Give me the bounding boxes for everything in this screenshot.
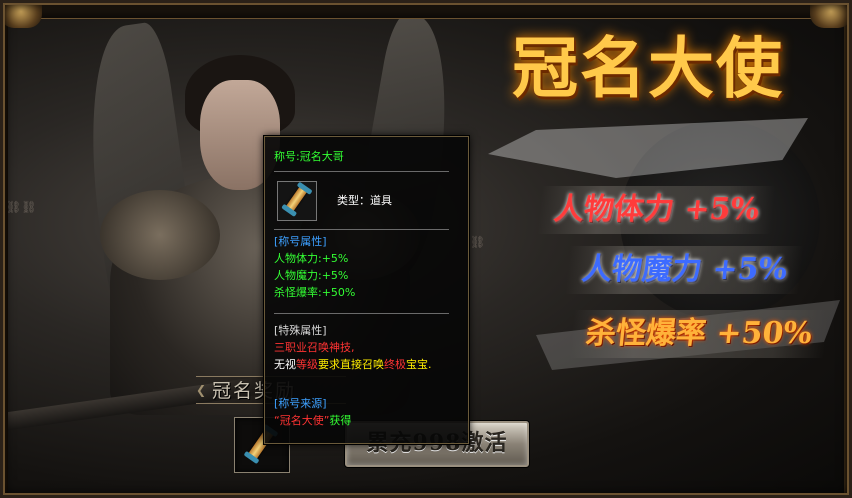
banner-left-ornament-icon: ❮ [196, 383, 207, 397]
game-panel: ⛓⛓ ⛓ 冠名大使 人物体力 +5% 人物魔力 +5% 杀怪爆率 +50% ❮ … [0, 0, 852, 498]
tooltip-item-type: 类型：道具 [337, 194, 392, 207]
tooltip-source-line: “冠名大使”获得 [274, 413, 351, 428]
corner-ornament [810, 0, 852, 28]
top-bar [0, 0, 852, 19]
text-segment: 等级 [296, 358, 318, 371]
text-segment: 获得 [329, 414, 352, 427]
text-segment: 终极 [384, 358, 406, 371]
divider [274, 313, 449, 314]
tooltip-special-line: 三职业召唤神技, [274, 341, 355, 354]
frame-side [844, 18, 852, 498]
tooltip-attr-line: 人物体力:+5% [274, 252, 349, 265]
tooltip-title: 称号:冠名大哥 [274, 150, 344, 163]
divider [274, 229, 449, 230]
tooltip-attr-line: 人物魔力:+5% [274, 269, 349, 282]
tooltip-attr-line: 杀怪爆率:+50% [274, 286, 356, 299]
tooltip-attr-header: [称号属性] [274, 235, 327, 248]
text-segment: 宝宝. [406, 358, 432, 371]
scroll-icon [284, 184, 309, 214]
text-segment: 无视 [274, 358, 296, 371]
tooltip-item-icon [277, 181, 317, 221]
tooltip-special-line: 无视等级要求直接召唤终极宝宝. [274, 357, 432, 372]
hero-shoulder-left [100, 190, 220, 280]
item-tooltip: 称号:冠名大哥 类型：道具 [称号属性] 人物体力:+5% 人物魔力:+5% 杀… [264, 136, 469, 444]
chain-icon: ⛓ [470, 235, 486, 249]
text-segment: 要求直接召唤 [318, 358, 384, 371]
frame-side [0, 18, 8, 498]
stat-mp-bonus: 人物魔力 +5% [565, 246, 804, 294]
corner-ornament [0, 0, 42, 28]
stat-hp-bonus: 人物体力 +5% [537, 186, 776, 234]
divider [274, 171, 449, 172]
tooltip-source-header: [称号来源] [274, 397, 327, 410]
stat-droprate-bonus: 杀怪爆率 +50% [569, 310, 829, 358]
page-title: 冠名大使 [512, 29, 784, 107]
text-segment: “冠名大使” [274, 414, 330, 427]
chain-icon: ⛓⛓ [6, 200, 37, 214]
tooltip-special-header: [特殊属性] [274, 324, 327, 337]
